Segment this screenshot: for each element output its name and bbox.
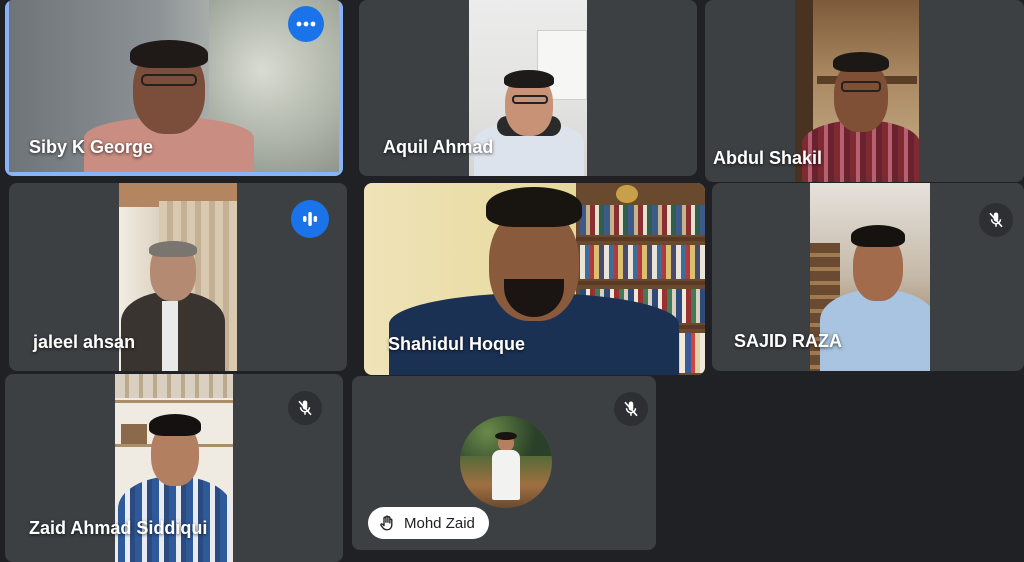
raised-hand-icon [378,514,396,532]
empty-grid-area [660,376,1024,562]
participant-name: Zaid Ahmad Siddiqui [29,518,208,538]
participant-name: Mohd Zaid [404,514,475,532]
raised-hand-badge[interactable]: Mohd Zaid [368,507,489,539]
mic-off-icon [979,203,1013,237]
more-options-icon[interactable] [288,6,324,42]
participant-name: Abdul Shakil [713,148,823,168]
participant-tile-jaleel-ahsan[interactable]: jaleel ahsan [9,183,347,371]
participant-tile-mohd-zaid[interactable]: Mohd Zaid [352,376,656,550]
participant-tile-zaid-ahmad-siddiqui[interactable]: Zaid Ahmad Siddiqui [5,374,343,562]
avatar [460,416,552,508]
participant-name: Aquil Ahmad [383,137,494,157]
participant-name: SAJID RAZA [734,331,843,351]
participant-tile-sajid-raza[interactable]: SAJID RAZA [712,183,1024,371]
participant-name: jaleel ahsan [33,332,136,352]
participant-name: Shahidul Hoque [388,334,525,354]
video-feed [119,183,237,371]
audio-level-icon [291,200,329,238]
participant-tile-shahidul-hoque[interactable]: Shahidul Hoque [364,183,705,375]
mic-off-icon [288,391,322,425]
participant-tile-aquil-ahmad[interactable]: Aquil Ahmad [359,0,697,176]
participant-tile-abdul-shakil[interactable]: Abdul Shakil [705,0,1024,182]
mic-off-icon [614,392,648,426]
participant-name: Siby K George [29,137,154,157]
participant-tile-siby-k-george[interactable]: Siby K George [5,0,343,176]
